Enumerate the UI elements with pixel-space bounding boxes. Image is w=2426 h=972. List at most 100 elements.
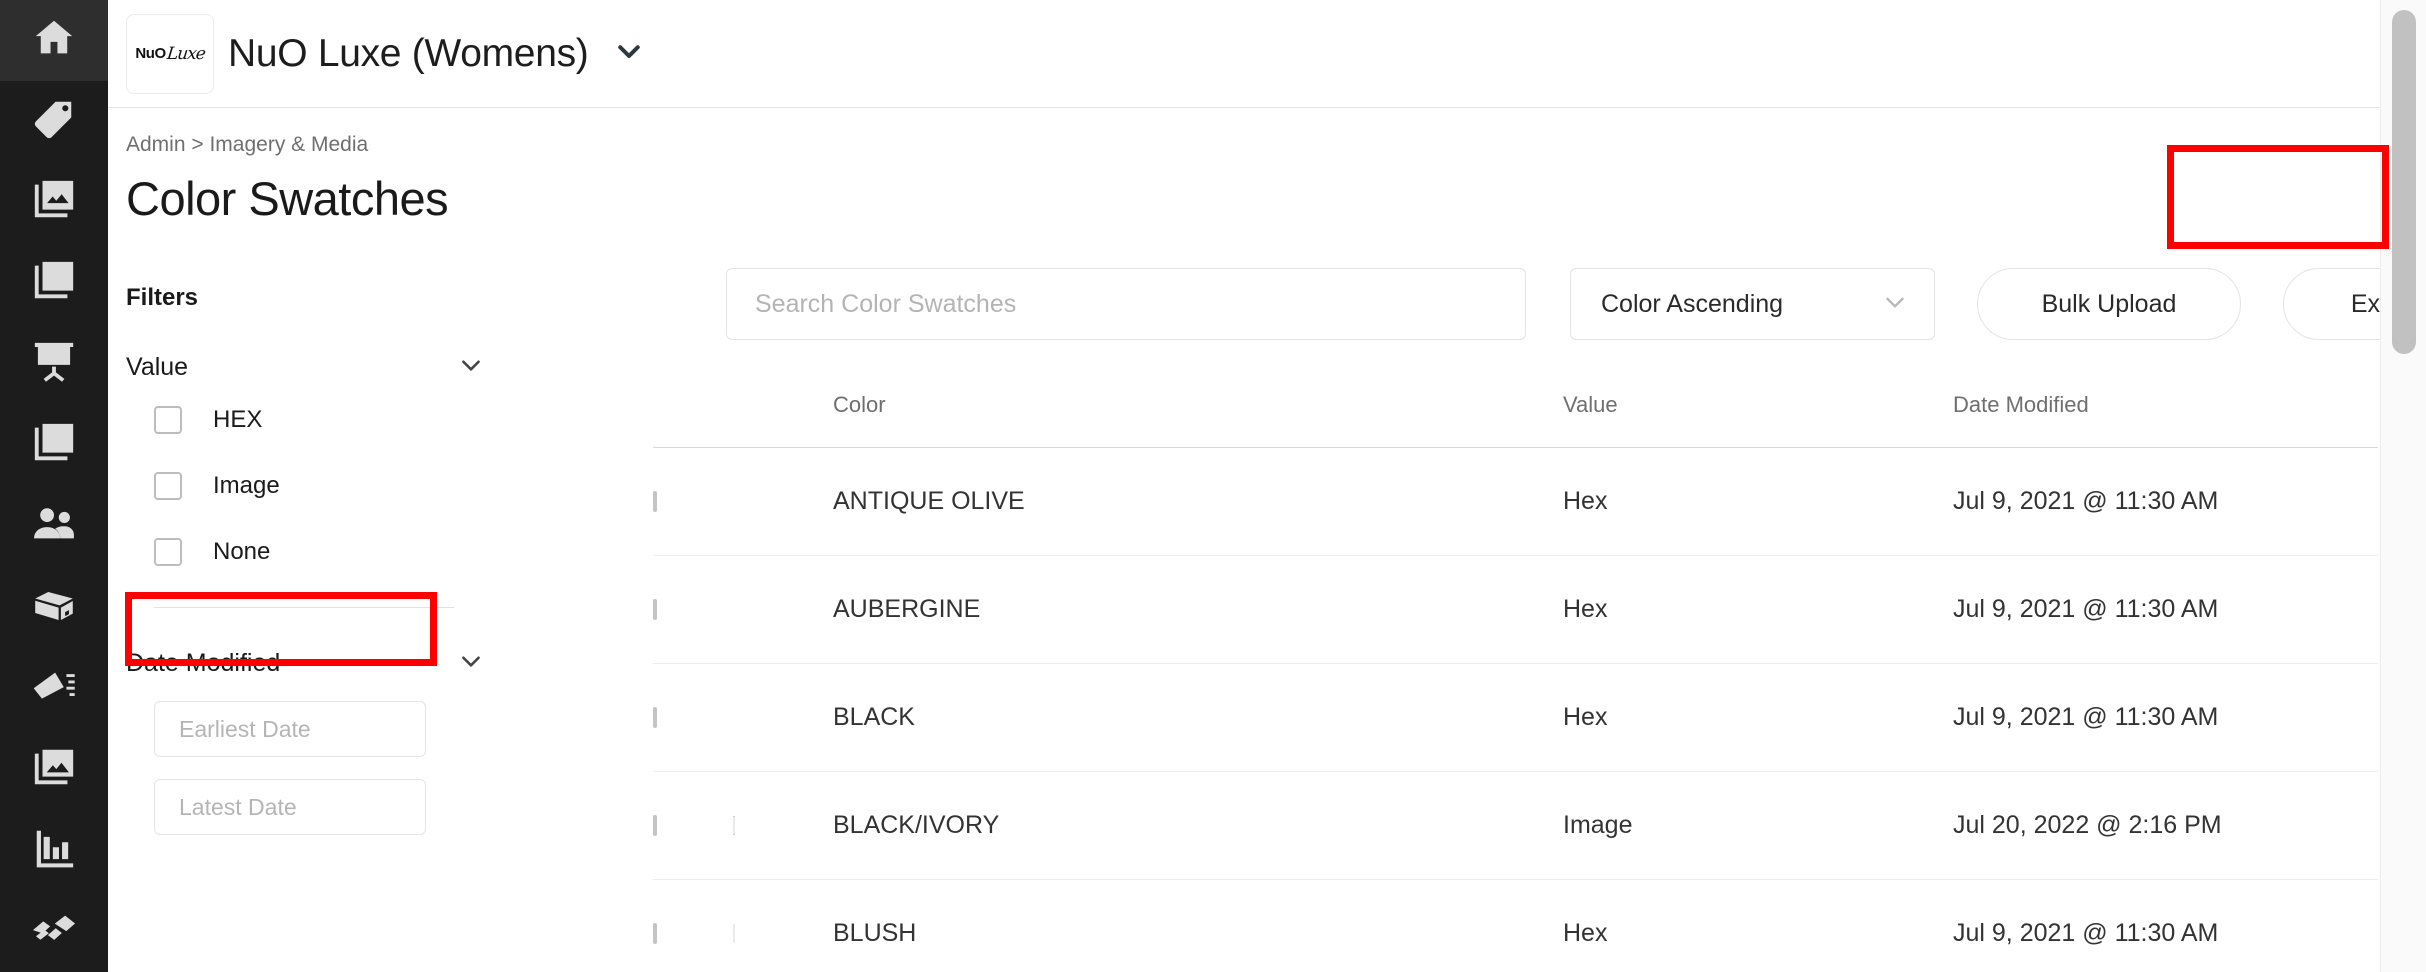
sort-select-value: Color Ascending [1601, 289, 1784, 318]
table-header-row: Color Value Date Modified [653, 370, 2378, 448]
presentation-icon [31, 339, 77, 390]
color-swatch-preview [733, 923, 735, 943]
chevron-down-icon [458, 352, 484, 383]
filter-divider [154, 607, 454, 608]
gallery-icon [31, 744, 77, 795]
tag-icon [31, 96, 77, 147]
sidebar-item-gallery[interactable] [0, 729, 108, 810]
package-icon [31, 582, 77, 633]
filter-group-date-label: Date Modified [126, 649, 281, 677]
table-row[interactable]: AUBERGINE Hex Jul 9, 2021 @ 11:30 AM [653, 556, 2378, 664]
sidebar-item-presentations[interactable] [0, 324, 108, 405]
approval-card-icon [31, 420, 77, 471]
table-row[interactable]: BLACK Hex Jul 9, 2021 @ 11:30 AM [653, 664, 2378, 772]
checkbox-hex[interactable] [154, 406, 182, 434]
checkbox-image[interactable] [154, 472, 182, 500]
row-select-cell [653, 598, 733, 620]
earliest-date-input[interactable]: Earliest Date [154, 701, 426, 757]
color-name-cell: ANTIQUE OLIVE [833, 487, 1025, 515]
sidebar-item-reports[interactable] [0, 810, 108, 891]
checkbox-none[interactable] [154, 538, 182, 566]
row-checkbox[interactable] [653, 490, 657, 512]
sort-select[interactable]: Color Ascending [1570, 268, 1935, 340]
date-modified-cell: Jul 20, 2022 @ 2:16 PM [1953, 811, 2222, 839]
filter-option-hex[interactable]: HEX [126, 391, 566, 449]
color-swatch-preview [733, 815, 735, 835]
date-modified-cell: Jul 9, 2021 @ 11:30 AM [1953, 703, 2219, 731]
brand-header: NuO Luxe NuO Luxe (Womens) [108, 0, 2426, 108]
chevron-down-icon [458, 648, 484, 679]
breadcrumb: Admin > Imagery & Media [126, 133, 369, 156]
value-type-cell: Hex [1563, 595, 1608, 623]
date-modified-cell: Jul 9, 2021 @ 11:30 AM [1953, 487, 2219, 515]
color-swatches-table: Color Value Date Modified ANTIQUE OLIVE H… [653, 370, 2378, 972]
table-row[interactable]: BLUSH Hex Jul 9, 2021 @ 11:30 AM [653, 880, 2378, 972]
table-row[interactable]: ANTIQUE OLIVE Hex Jul 9, 2021 @ 11:30 AM [653, 448, 2378, 556]
filter-group-date-header[interactable]: Date Modified [126, 648, 484, 679]
users-icon [31, 501, 77, 552]
value-type-cell: Image [1563, 811, 1633, 839]
scrollbar-thumb[interactable] [2392, 10, 2416, 354]
table-header-color[interactable]: Color [833, 370, 1563, 418]
brand-title: NuO Luxe (Womens) [228, 31, 589, 75]
filter-option-image[interactable]: Image [126, 457, 566, 515]
row-checkbox[interactable] [653, 814, 657, 836]
search-input[interactable]: Search Color Swatches [726, 268, 1526, 340]
sidebar-item-imagery-media[interactable] [0, 162, 108, 243]
sidebar-item-messages[interactable] [0, 648, 108, 729]
color-name-cell: BLACK/IVORY [833, 811, 1000, 839]
filters-heading: Filters [126, 284, 199, 311]
sidebar-item-catalogs[interactable] [0, 243, 108, 324]
sidebar-item-users[interactable] [0, 486, 108, 567]
mail-send-icon [31, 663, 77, 714]
main-sidebar [0, 0, 108, 972]
filter-option-image-label: Image [213, 472, 280, 499]
table-header-value[interactable]: Value [1563, 370, 1953, 418]
row-select-cell [653, 490, 733, 512]
content-toolbar: Search Color Swatches Color Ascending Bu… [726, 268, 2426, 340]
filter-panel: Color Swatches Filters Value HEX Image N… [126, 171, 566, 835]
sidebar-item-inventory[interactable] [0, 567, 108, 648]
color-name-cell: AUBERGINE [833, 595, 981, 623]
handshake-icon [31, 906, 77, 957]
latest-date-input[interactable]: Latest Date [154, 779, 426, 835]
app-root: NuO Luxe NuO Luxe (Womens) Admin > Image… [0, 0, 2426, 972]
brand-switcher-button[interactable] [614, 36, 644, 71]
main-region: NuO Luxe NuO Luxe (Womens) Admin > Image… [108, 0, 2426, 972]
sidebar-item-partners[interactable] [0, 891, 108, 972]
color-name-cell: BLUSH [833, 919, 917, 947]
image-card-icon [31, 177, 77, 228]
table-header-date[interactable]: Date Modified [1953, 370, 2378, 418]
row-select-cell [653, 706, 733, 728]
table-header-select [653, 370, 733, 392]
table-row[interactable]: BLACK/IVORY Image Jul 20, 2022 @ 2:16 PM [653, 772, 2378, 880]
page-content: Admin > Imagery & Media Color Swatches F… [108, 108, 2426, 972]
row-checkbox[interactable] [653, 922, 657, 944]
bulk-upload-button[interactable]: Bulk Upload [1977, 268, 2241, 340]
brand-logo: NuO Luxe [126, 13, 214, 94]
logo-primary-text: NuO [135, 45, 166, 62]
filter-option-none[interactable]: None [126, 523, 566, 581]
value-type-cell: Hex [1563, 703, 1608, 731]
logo-secondary-text: Luxe [165, 43, 206, 64]
value-type-cell: Hex [1563, 487, 1608, 515]
sidebar-item-home[interactable] [0, 0, 108, 81]
filter-group-value-header[interactable]: Value [126, 352, 484, 383]
date-modified-cell: Jul 9, 2021 @ 11:30 AM [1953, 919, 2219, 947]
home-icon [31, 15, 77, 66]
vertical-scrollbar[interactable] [2380, 0, 2426, 972]
row-checkbox[interactable] [653, 598, 657, 620]
list-card-icon [31, 258, 77, 309]
row-select-cell [653, 922, 733, 944]
value-type-cell: Hex [1563, 919, 1608, 947]
swatch-cell [733, 815, 833, 835]
bar-chart-icon [31, 825, 77, 876]
filter-option-hex-label: HEX [213, 406, 263, 433]
chevron-down-icon [1882, 289, 1908, 320]
row-checkbox[interactable] [653, 706, 657, 728]
sidebar-item-approvals[interactable] [0, 405, 108, 486]
table-header-swatch [733, 370, 833, 392]
color-name-cell: BLACK [833, 703, 915, 731]
swatch-cell [733, 923, 833, 943]
sidebar-item-products[interactable] [0, 81, 108, 162]
